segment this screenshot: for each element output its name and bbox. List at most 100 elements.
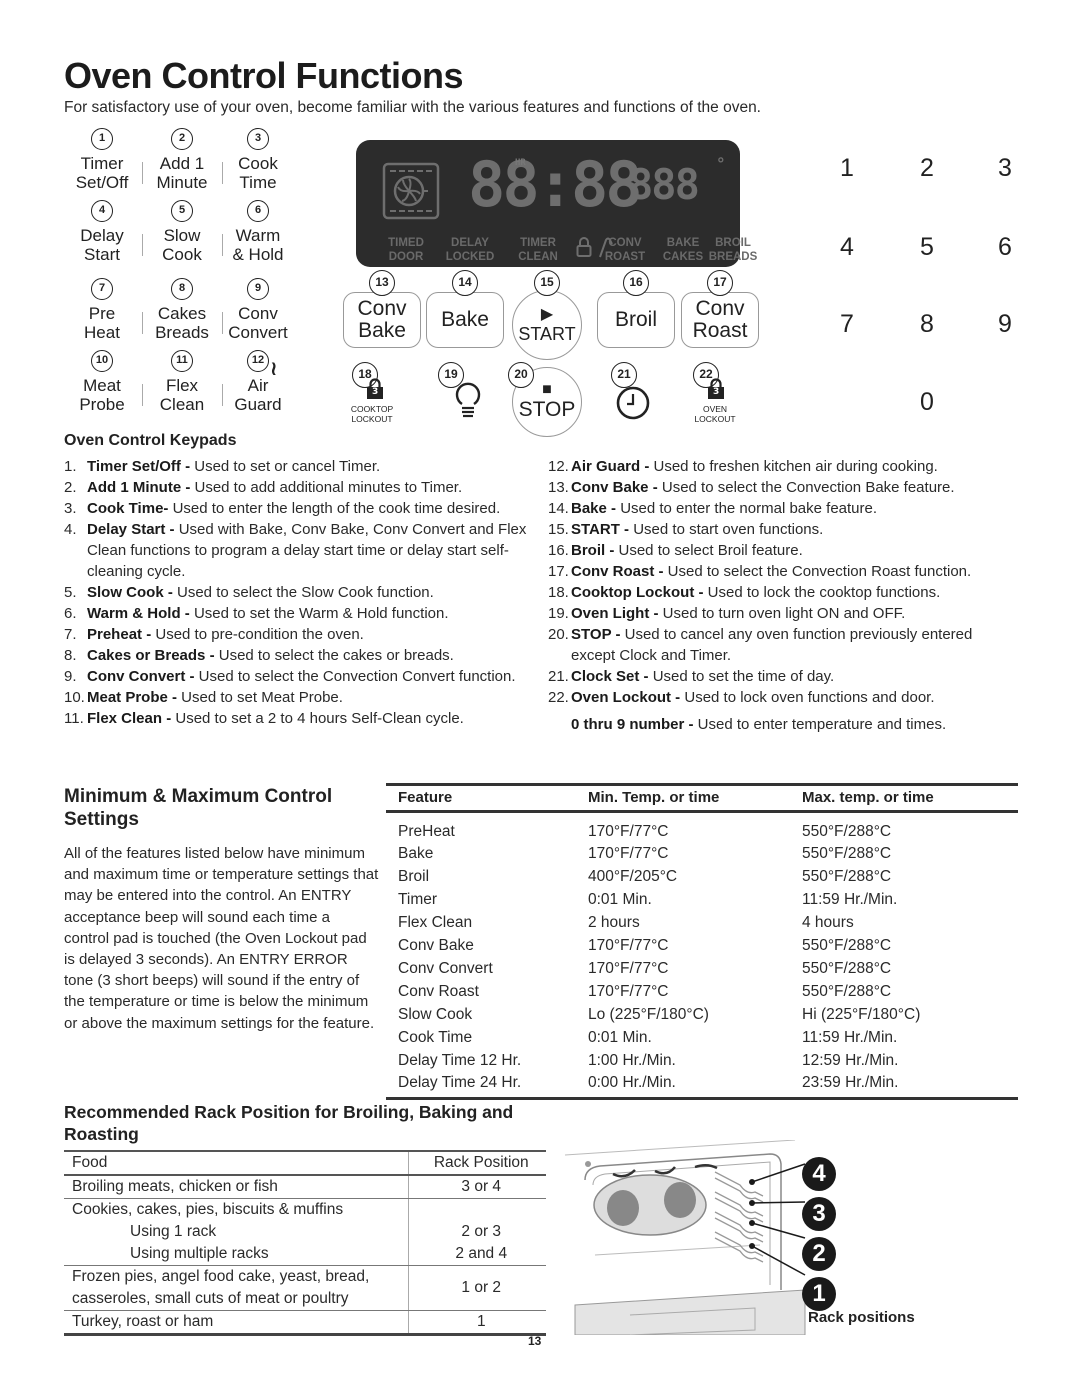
item-description: Used to lock the cooktop functions. [703, 584, 941, 601]
max-cell: 550°F/288°C [802, 937, 892, 954]
bake-button[interactable]: Bake [426, 292, 504, 348]
food-cell: casseroles, small cuts of meat or poultr… [64, 1288, 408, 1311]
item-body: Delay Start - Used with Bake, Conv Bake,… [87, 519, 534, 582]
convection-fan-icon [382, 162, 440, 220]
number-key-3[interactable]: 3 [990, 154, 1020, 183]
number-key-6[interactable]: 6 [990, 233, 1020, 262]
item-description: Used to pre-condition the oven. [151, 626, 364, 643]
key-label-line1: Meat [83, 376, 121, 395]
feature-cell: Broil [398, 868, 430, 885]
stop-square-icon: ■ [542, 381, 552, 398]
item-body: Cook Time- Used to enter the length of t… [87, 498, 500, 519]
lcd-display: 88:88 HR 888 ° TIMED DOOR DELAY LOCKED TIMER… [356, 140, 757, 267]
caption-line: COOKTOP [350, 404, 394, 414]
item-term: Cakes or Breads - [87, 647, 215, 664]
col-food: Food [64, 1150, 408, 1176]
item-description: Used to add additional minutes to Timer. [190, 479, 463, 496]
feature-cell: Delay Time 12 Hr. [398, 1052, 522, 1069]
item-number: 21. [548, 668, 569, 685]
pad-label-line1: Conv [357, 297, 407, 320]
clock-set-button[interactable] [615, 385, 651, 421]
food-cell: Turkey, roast or ham [64, 1310, 408, 1336]
item-term: Broil - [571, 542, 615, 559]
number-key-0[interactable]: 0 [912, 388, 942, 417]
key-7[interactable]: 7 Pre Heat [62, 278, 142, 342]
item-description: Used to select the Slow Cook function. [172, 584, 434, 601]
key-label-line1: Conv [238, 304, 278, 323]
lock-icon [576, 237, 592, 257]
rack-table: Food Rack Position Broiling meats, chick… [64, 1150, 546, 1336]
item-term: Slow Cook - [87, 584, 173, 601]
key-8[interactable]: 8 Cakes Breads [142, 278, 222, 342]
lcd-indicator: TIMED DOOR [374, 236, 438, 264]
key-3[interactable]: 3 Cook Time [218, 128, 298, 192]
key-12[interactable]: 12 Air Guard [218, 350, 298, 414]
key-label: Cakes Breads [142, 304, 222, 342]
list-item: 4. Delay Start - Used with Bake, Conv Bak… [64, 519, 534, 582]
item-number: 8. [64, 647, 77, 664]
key-10[interactable]: 10 Meat Probe [62, 350, 142, 414]
item-number: 4. [64, 521, 77, 538]
min-cell: 170°F/77°C [588, 845, 669, 862]
feature-cell: Conv Bake [398, 937, 474, 954]
min-cell: 170°F/77°C [588, 822, 669, 840]
table-row: Conv Roast 170°F/77°C 550°F/288°C [386, 981, 1018, 1004]
item-number: 3. [64, 500, 77, 517]
item-description: Used to enter temperature and times. [693, 716, 947, 733]
key-2[interactable]: 2 Add 1 Minute [142, 128, 222, 192]
key-number-badge: 11 [171, 350, 193, 372]
item-body: Conv Bake - Used to select the Convectio… [571, 477, 955, 498]
max-cell: 11:59 Hr./Min. [802, 1029, 898, 1046]
key-9[interactable]: 9 Conv Convert [218, 278, 298, 342]
page-title: Oven Control Functions [64, 55, 464, 96]
lockout-seconds: 3 [372, 387, 379, 397]
start-button[interactable]: ▶ START [512, 290, 582, 360]
oven-light-button[interactable] [454, 378, 482, 420]
item-body: Slow Cook - Used to select the Slow Cook… [87, 582, 434, 603]
key-label-line1: Slow [163, 226, 201, 245]
key-4[interactable]: 4 Delay Start [62, 200, 142, 264]
key-6[interactable]: 6 Warm & Hold [218, 200, 298, 264]
table-row: Broiling meats, chicken or fish 3 or 4 [64, 1175, 546, 1199]
list-item: 14. Bake - Used to enter the normal bake … [548, 498, 1020, 519]
item-number: 17. [548, 563, 569, 580]
conv-roast-button[interactable]: Conv Roast [681, 292, 759, 348]
number-key-8[interactable]: 8 [912, 310, 942, 339]
key-5[interactable]: 5 Slow Cook [142, 200, 222, 264]
min-cell: 2 hours [588, 914, 640, 931]
air-guard-icon: ≀ [270, 356, 278, 380]
key-label: Pre Heat [62, 304, 142, 342]
conv-bake-button[interactable]: Conv Bake [343, 292, 421, 348]
table-row: Flex Clean 2 hours 4 hours [386, 912, 1018, 935]
key-label: Cook Time [218, 154, 298, 192]
number-key-7[interactable]: 7 [832, 310, 862, 339]
item-description: Used to freshen kitchen air during cooki… [649, 458, 938, 475]
list-item: 20. STOP - Used to cancel any oven functi… [548, 624, 1020, 666]
item-term: Conv Convert - [87, 668, 195, 685]
table-row: Frozen pies, angel food cake, yeast, bre… [64, 1265, 546, 1311]
broil-button[interactable]: Broil [597, 292, 675, 348]
number-key-1[interactable]: 1 [832, 154, 862, 183]
pad-number-badge: 16 [623, 270, 649, 296]
min-cell: 170°F/77°C [588, 960, 669, 977]
lcd-indicator-line: BREADS [708, 251, 758, 263]
list-item: 19. Oven Light - Used to turn oven light … [548, 603, 1020, 624]
number-key-2[interactable]: 2 [912, 154, 942, 183]
minmax-header-row: Feature Min. Temp. or time Max. temp. or… [386, 783, 1018, 813]
table-row: Delay Time 12 Hr. 1:00 Hr./Min. 12:59 Hr./… [386, 1050, 1018, 1073]
number-key-9[interactable]: 9 [990, 310, 1020, 339]
min-cell: 0:00 Hr./Min. [576, 1072, 790, 1100]
number-key-4[interactable]: 4 [832, 233, 862, 262]
minmax-heading: Minimum & Maximum Control Settings [64, 786, 333, 830]
number-key-5[interactable]: 5 [912, 233, 942, 262]
oven-rack-illustration [564, 1140, 806, 1335]
list-item: 10. Meat Probe - Used to set Meat Probe. [64, 687, 534, 708]
key-label-line2: Time [239, 173, 277, 192]
key-11[interactable]: 11 Flex Clean [142, 350, 222, 414]
minmax-table: Feature Min. Temp. or time Max. temp. or… [386, 783, 1018, 1100]
feature-cell: Flex Clean [398, 914, 473, 931]
key-1[interactable]: 1 Timer Set/Off [62, 128, 142, 192]
lcd-indicator-line: DELAY [451, 237, 489, 249]
list-item: 11. Flex Clean - Used to set a 2 to 4 hou… [64, 708, 534, 729]
pad-label-line2: Roast [692, 319, 748, 342]
